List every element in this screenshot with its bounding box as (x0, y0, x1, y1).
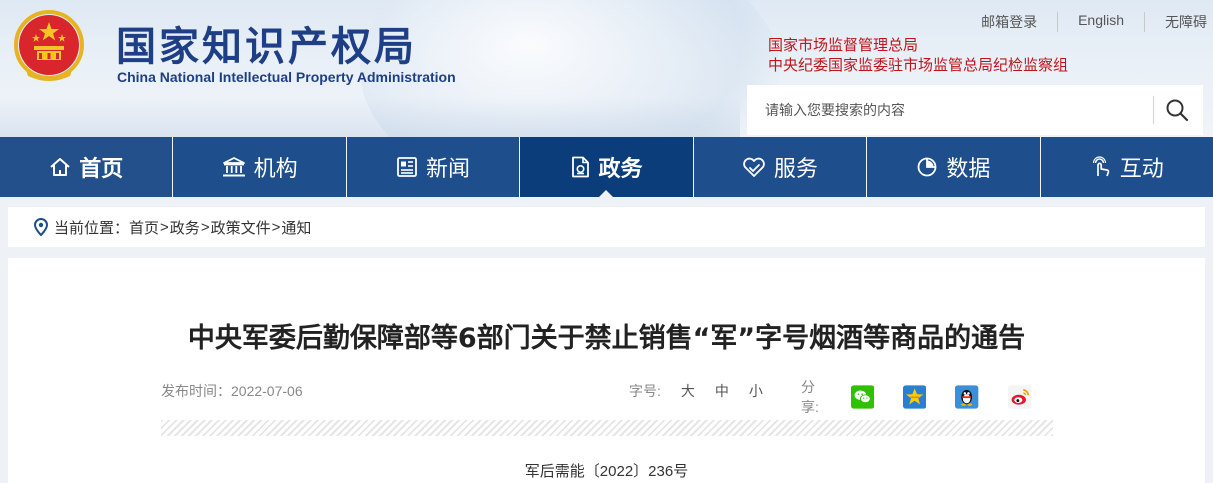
government-affairs-icon (572, 156, 590, 178)
search-box (747, 85, 1203, 135)
qzone-icon[interactable] (902, 384, 927, 410)
meta-divider-hatch (161, 420, 1053, 436)
font-size-small-button[interactable]: 小 (749, 381, 763, 401)
affiliate-link-samr[interactable]: 国家市场监督管理总局 (768, 36, 1068, 56)
breadcrumb-item-policy-documents[interactable]: 政策文件 (211, 217, 271, 238)
header-skyline-decoration (0, 97, 740, 137)
nav-item-label: 数据 (946, 157, 991, 182)
site-name-chinese[interactable]: 国家知识产权局 (116, 14, 417, 72)
nav-item-institution[interactable]: 机构 (172, 137, 345, 197)
site-name-english[interactable]: China National Intellectual Property Adm… (117, 69, 456, 85)
national-emblem-icon[interactable] (12, 10, 86, 84)
nav-item-government-affairs[interactable]: 政务 (519, 137, 693, 198)
weibo-icon[interactable] (1007, 384, 1031, 410)
main-nav: 首页 机构 新闻 政务 服务 数据 互动 (0, 137, 1213, 198)
nav-item-label: 政务 (598, 157, 643, 182)
breadcrumb-prefix: 当前位置： (54, 219, 130, 237)
search-input[interactable] (765, 100, 1145, 120)
service-icon (743, 157, 765, 177)
affiliate-organizations: 国家市场监督管理总局 中央纪委国家监委驻市场监管总局纪检监察组 (768, 36, 1068, 76)
nav-item-label: 服务 (773, 157, 818, 182)
article-panel: 中央军委后勤保障部等6部门关于禁止销售“军”字号烟酒等商品的通告 发布时间：20… (8, 258, 1205, 483)
article-title: 中央军委后勤保障部等6部门关于禁止销售“军”字号烟酒等商品的通告 (187, 323, 1026, 354)
interaction-icon (1092, 156, 1110, 177)
font-size-large-button[interactable]: 大 (681, 381, 695, 401)
site-header: 国家知识产权局 China National Intellectual Prop… (0, 0, 1213, 137)
nav-item-news[interactable]: 新闻 (345, 137, 519, 197)
breadcrumb-separator: > (200, 218, 210, 236)
breadcrumb-item-government-affairs[interactable]: 政务 (170, 217, 200, 238)
nav-item-label: 互动 (1119, 157, 1164, 182)
breadcrumb-item-notice[interactable]: 通知 (281, 217, 311, 238)
data-icon (917, 157, 937, 177)
publish-date: 发布时间：2022-07-06 (161, 383, 303, 399)
font-size-medium-button[interactable]: 中 (715, 381, 729, 401)
breadcrumb: 当前位置： 首页 > 政务 > 政策文件 > 通知 (8, 207, 1205, 247)
breadcrumb-separator: > (160, 218, 169, 236)
nav-item-home[interactable]: 首页 (0, 137, 173, 197)
breadcrumb-separator: > (271, 218, 281, 236)
nav-item-label: 首页 (79, 157, 124, 182)
news-icon (397, 157, 417, 177)
mail-login-link[interactable]: 邮箱登录 (961, 12, 1057, 32)
share-label: 分享: (801, 379, 819, 415)
nav-item-data[interactable]: 数据 (866, 137, 1039, 197)
top-links: 邮箱登录 English 无障碍 (961, 12, 1207, 32)
nav-item-label: 机构 (253, 157, 298, 182)
english-link[interactable]: English (1057, 12, 1144, 32)
qq-icon[interactable] (955, 384, 979, 410)
search-icon (1166, 99, 1189, 122)
search-button[interactable] (1159, 94, 1195, 126)
share-bar: 分享: (801, 376, 1060, 417)
wechat-icon[interactable] (850, 384, 874, 410)
location-pin-icon (34, 218, 48, 236)
nav-item-service[interactable]: 服务 (692, 137, 866, 197)
home-icon (50, 158, 70, 176)
affiliate-link-inspection-group[interactable]: 中央纪委国家监委驻市场监管总局纪检监察组 (768, 56, 1068, 76)
accessibility-link[interactable]: 无障碍 (1144, 12, 1207, 32)
nav-item-interaction[interactable]: 互动 (1039, 137, 1213, 197)
article-meta: 发布时间：2022-07-06 字号: 大 中 小 分享: (161, 376, 1053, 415)
document-number: 军后需能〔2022〕236号 (524, 463, 689, 480)
font-size-label: 字号: (629, 383, 661, 399)
search-divider (1153, 96, 1154, 124)
font-size-switcher: 字号: 大 中 小 (629, 381, 783, 401)
breadcrumb-item-home[interactable]: 首页 (129, 217, 159, 238)
nav-item-label: 新闻 (426, 157, 471, 182)
institution-icon (222, 157, 245, 177)
